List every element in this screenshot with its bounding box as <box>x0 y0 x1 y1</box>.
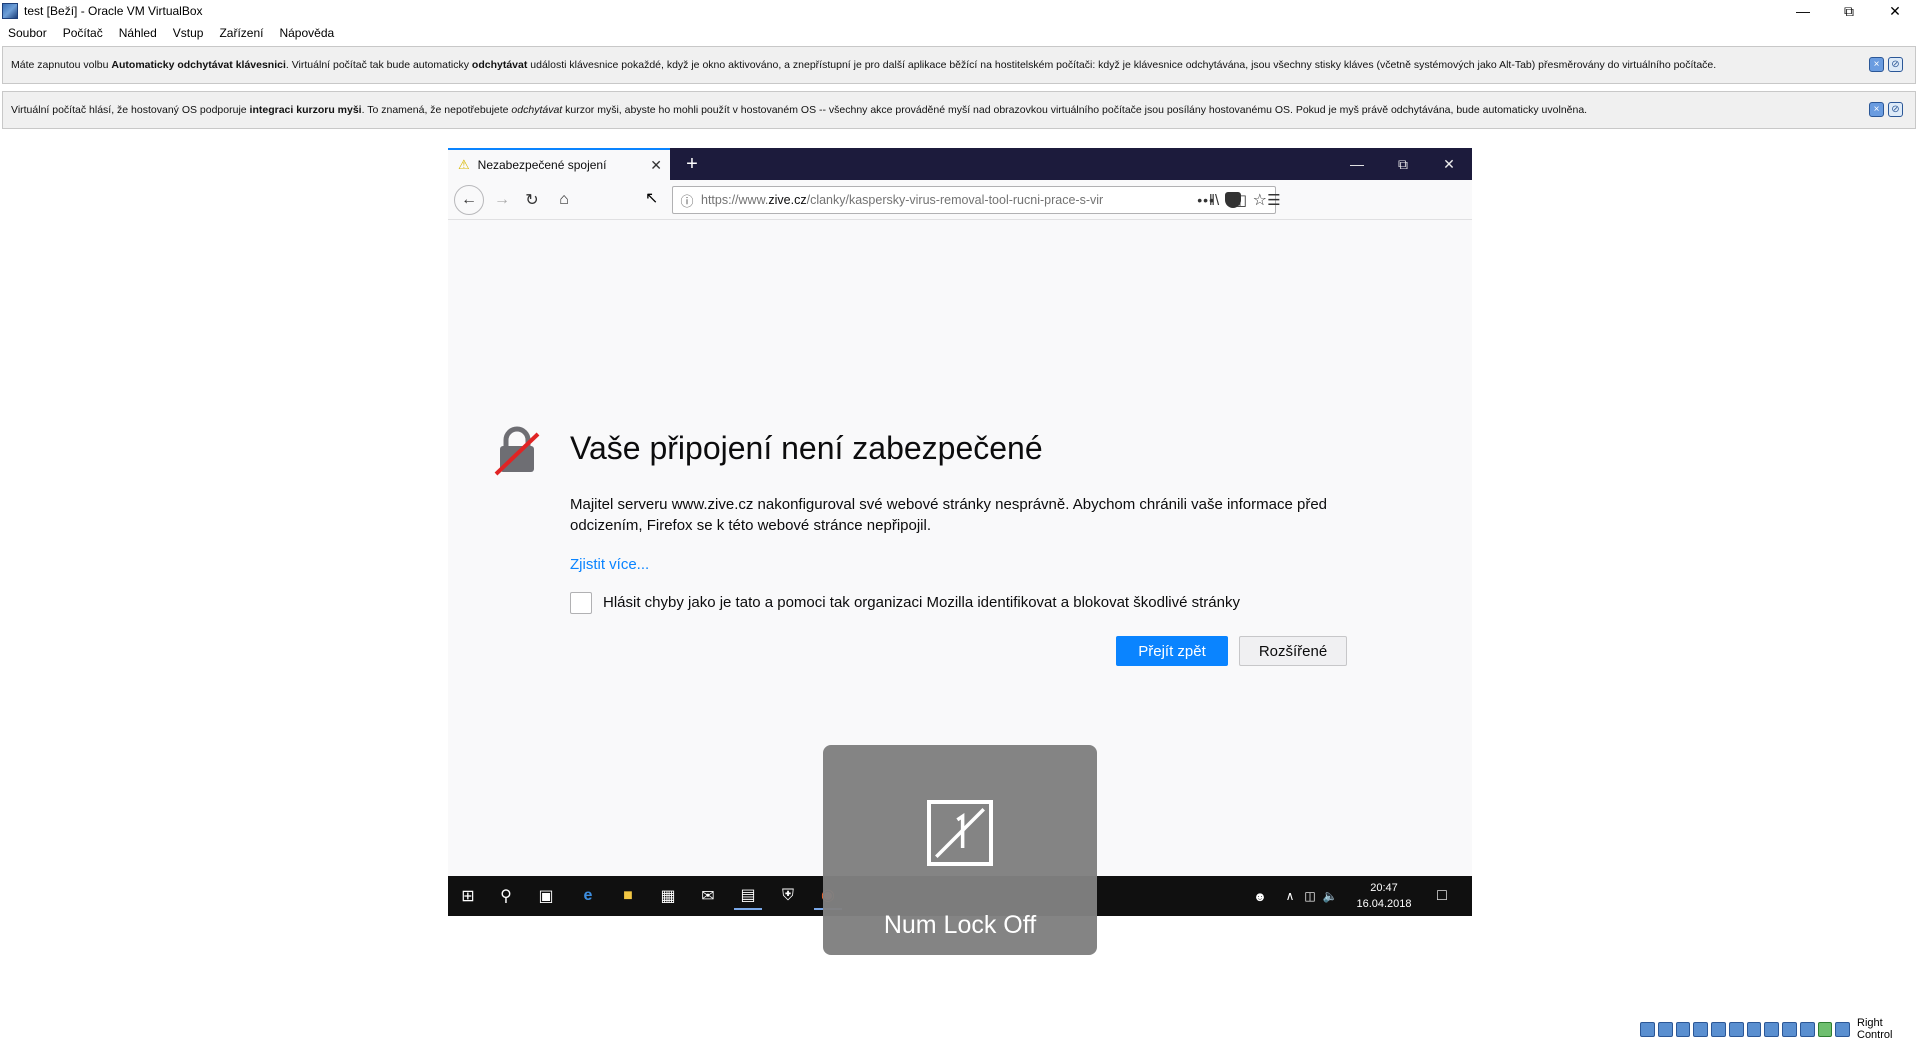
menu-nahled[interactable]: Náhled <box>111 26 165 40</box>
keyboard-icon[interactable] <box>1799 1021 1815 1037</box>
volume-icon[interactable]: 🔈 <box>1316 882 1344 910</box>
close-notice-icon[interactable]: × <box>1869 57 1884 72</box>
browser-tabbar: ⚠ Nezabezpečené spojení ✕ + — ⧉ ✕ <box>448 148 1472 180</box>
file-explorer-icon[interactable]: ■ <box>614 882 642 910</box>
reload-icon[interactable]: ↻ <box>518 186 546 214</box>
shared-folders-icon[interactable] <box>1728 1021 1744 1037</box>
advanced-button[interactable]: Rozšířené <box>1239 636 1347 666</box>
taskbar-clock[interactable]: 20:47 16.04.2018 <box>1352 880 1416 912</box>
notice-text: Virtuální počítač hlásí, že hostovaný OS… <box>11 104 1588 116</box>
virtualbox-icon <box>2 3 18 19</box>
menu-pocitac[interactable]: Počítač <box>55 26 111 40</box>
browser-minimize-icon[interactable]: — <box>1334 148 1380 180</box>
menu-hamburger-icon[interactable]: ☰ <box>1260 186 1288 214</box>
optical-drive-icon[interactable] <box>1657 1021 1673 1037</box>
edge-icon[interactable]: e <box>574 882 602 910</box>
usb-icon[interactable] <box>1711 1021 1726 1037</box>
mouse-cursor-icon: ↖ <box>645 190 659 207</box>
home-icon[interactable]: ⌂ <box>550 186 578 214</box>
display-icon[interactable] <box>1746 1021 1762 1037</box>
host-statusbar: Right Control <box>1640 1017 1920 1041</box>
mouse-integration-icon[interactable] <box>1817 1021 1833 1037</box>
windows-start-icon[interactable]: ⊞ <box>454 882 482 910</box>
browser-restore-icon[interactable]: ⧉ <box>1380 148 1426 180</box>
browser-close-icon[interactable]: ✕ <box>1426 148 1472 180</box>
menu-zarizeni[interactable]: Zařízení <box>211 26 271 40</box>
video-capture-icon[interactable] <box>1764 1021 1779 1037</box>
clock-date: 16.04.2018 <box>1356 898 1412 910</box>
tab-title: Nezabezpečené spojení <box>477 158 607 172</box>
search-icon[interactable]: ⚲ <box>492 882 520 910</box>
sidebar-icon[interactable]: ◫ <box>1226 186 1254 214</box>
broken-lock-icon <box>494 426 540 476</box>
menu-soubor[interactable]: Soubor <box>0 26 55 40</box>
disable-notice-icon[interactable]: ⊘ <box>1888 57 1903 72</box>
keyboard-capture-notice: Máte zapnutou volbu Automaticky odchytáv… <box>2 46 1916 84</box>
host-window-title: test [Beží] - Oracle VM VirtualBox <box>24 4 203 18</box>
host-menubar: Soubor Počítač Náhled Vstup Zařízení Náp… <box>0 22 1920 44</box>
minimize-icon[interactable]: — <box>1780 0 1826 22</box>
forward-icon[interactable]: → <box>488 186 516 214</box>
host-key-label: Right Control <box>1857 1017 1893 1041</box>
error-description: Majitel serveru www.zive.cz nakonfigurov… <box>570 496 1328 534</box>
menu-napoveda[interactable]: Nápověda <box>271 26 342 40</box>
info-icon[interactable]: ⓘ <box>673 191 701 210</box>
host-titlebar: test [Beží] - Oracle VM VirtualBox <box>0 0 1920 22</box>
audio-icon[interactable] <box>1675 1021 1691 1037</box>
defender-shield-icon[interactable]: ⛨ <box>774 882 802 910</box>
action-center-icon[interactable]: □ <box>1428 882 1456 910</box>
browser-tab[interactable]: ⚠ Nezabezpečené spojení ✕ <box>448 148 670 180</box>
notice-text: Máte zapnutou volbu Automaticky odchytáv… <box>11 59 1717 71</box>
store-icon[interactable]: ▦ <box>654 882 682 910</box>
cpu-icon[interactable] <box>1782 1021 1797 1037</box>
task-view-icon[interactable]: ▣ <box>532 882 560 910</box>
library-icon[interactable]: ‖\ <box>1200 186 1228 214</box>
num-lock-osd: Num Lock Off <box>823 745 1097 955</box>
network-status-icon[interactable] <box>1693 1021 1708 1037</box>
osd-label: Num Lock Off <box>883 911 1037 939</box>
go-back-button[interactable]: Přejít zpět <box>1116 636 1228 666</box>
back-icon[interactable]: ← <box>454 185 484 215</box>
close-notice-icon[interactable]: × <box>1869 102 1884 117</box>
warning-icon: ⚠ <box>458 157 470 172</box>
report-errors-checkbox[interactable] <box>570 592 592 614</box>
browser-navbar: ← → ↻ ⌂ ⓘ https://www.zive.cz/clanky/kas… <box>448 180 1472 220</box>
people-icon[interactable]: ☻ <box>1246 882 1274 910</box>
new-tab-button[interactable]: + <box>680 152 704 176</box>
clock-time: 20:47 <box>1370 882 1398 894</box>
hdd-icon[interactable] <box>1640 1021 1655 1037</box>
host-key-icon[interactable] <box>1835 1021 1850 1037</box>
report-errors-label[interactable]: Hlásit chyby jako je tato a pomoci tak o… <box>603 594 1240 611</box>
mail-icon[interactable]: ✉ <box>694 882 722 910</box>
num-lock-icon <box>927 800 993 866</box>
error-title: Vaše připojení není zabezpečené <box>570 430 1043 466</box>
menu-vstup[interactable]: Vstup <box>165 26 212 40</box>
tab-close-icon[interactable]: ✕ <box>650 157 662 174</box>
restore-icon[interactable]: ⧉ <box>1826 0 1872 22</box>
disable-notice-icon[interactable]: ⊘ <box>1888 102 1903 117</box>
learn-more-link[interactable]: Zjistit více... <box>570 556 649 573</box>
url-text[interactable]: https://www.zive.cz/clanky/kaspersky-vir… <box>701 193 1181 207</box>
close-icon[interactable]: ✕ <box>1872 0 1918 22</box>
mouse-integration-notice: Virtuální počítač hlásí, že hostovaný OS… <box>2 91 1916 129</box>
url-bar[interactable]: ⓘ https://www.zive.cz/clanky/kaspersky-v… <box>672 186 1276 214</box>
app-icon[interactable]: ▤ <box>734 882 762 910</box>
